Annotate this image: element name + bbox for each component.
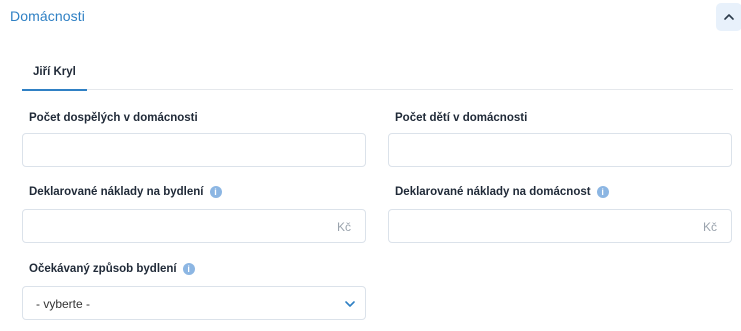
currency-suffix: Kč bbox=[703, 220, 718, 234]
tab-jiri-kryl[interactable]: Jiří Kryl bbox=[22, 62, 87, 91]
children-input[interactable] bbox=[388, 133, 732, 167]
chevron-up-icon bbox=[724, 14, 734, 20]
chevron-down-icon bbox=[345, 301, 355, 307]
section-title: Domácnosti bbox=[10, 8, 85, 24]
info-icon[interactable]: i bbox=[182, 263, 195, 275]
housing-costs-label-text: Deklarované náklady na bydlení bbox=[29, 186, 204, 198]
adults-label: Počet dospělých v domácnosti bbox=[29, 112, 198, 124]
household-costs-label-text: Deklarované náklady na domácnost bbox=[395, 186, 591, 198]
housing-type-select[interactable]: - vyberte - bbox=[22, 286, 366, 320]
info-icon[interactable]: i bbox=[596, 186, 609, 198]
children-label: Počet dětí v domácnosti bbox=[395, 112, 527, 124]
collapse-button[interactable] bbox=[716, 3, 741, 31]
household-costs-label: Deklarované náklady na domácnost i bbox=[395, 186, 609, 198]
children-label-text: Počet dětí v domácnosti bbox=[395, 112, 528, 124]
housing-type-label-text: Očekávaný způsob bydlení bbox=[29, 263, 177, 275]
adults-input[interactable] bbox=[22, 133, 366, 167]
currency-suffix: Kč bbox=[337, 220, 352, 234]
person-tabs: Jiří Kryl bbox=[22, 62, 733, 91]
housing-costs-input[interactable] bbox=[22, 209, 366, 243]
housing-costs-label: Deklarované náklady na bydlení i bbox=[29, 186, 222, 198]
housing-type-label: Očekávaný způsob bydlení i bbox=[29, 263, 195, 275]
household-costs-input[interactable] bbox=[388, 209, 732, 243]
info-icon[interactable]: i bbox=[209, 186, 222, 198]
select-value: - vyberte - bbox=[36, 297, 91, 311]
adults-label-text: Počet dospělých v domácnosti bbox=[29, 112, 198, 124]
